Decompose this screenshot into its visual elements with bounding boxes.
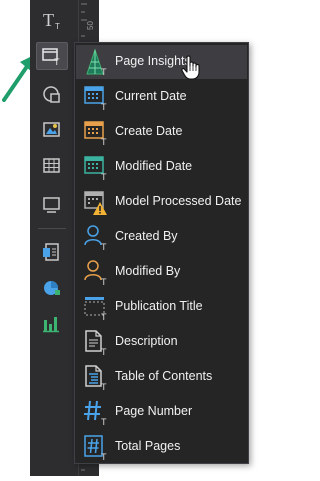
calendar-create-icon: T xyxy=(84,121,107,146)
svg-text:T: T xyxy=(101,242,107,251)
menu-item-modified-date[interactable]: T Modified Date xyxy=(76,150,247,184)
pie-chart-icon xyxy=(44,281,60,295)
report-icon xyxy=(43,243,59,261)
svg-text:50: 50 xyxy=(86,21,95,30)
menu-item-label: Modified By xyxy=(115,264,181,278)
svg-text:T: T xyxy=(101,137,107,146)
svg-text:T: T xyxy=(101,382,107,391)
bar-chart-icon xyxy=(43,317,59,333)
document-icon: T xyxy=(85,330,107,356)
svg-text:T: T xyxy=(101,417,107,426)
menu-item-total-pages[interactable]: T Total Pages xyxy=(76,430,247,464)
menu-item-label: Publication Title xyxy=(115,299,203,313)
frame-tool-button[interactable] xyxy=(36,190,68,218)
hand-cursor-icon xyxy=(181,55,200,80)
menu-item-create-date[interactable]: T Create Date xyxy=(76,115,247,149)
svg-text:T: T xyxy=(101,347,107,356)
bar-chart-tool-button[interactable] xyxy=(36,310,68,338)
table-of-contents-icon: T xyxy=(85,365,107,391)
menu-item-publication-title[interactable]: T Publication Title xyxy=(76,290,247,324)
menu-item-label: Total Pages xyxy=(115,439,181,453)
hash-box-icon: T xyxy=(84,435,107,461)
menu-item-label: Description xyxy=(115,334,178,348)
svg-text:T: T xyxy=(101,67,107,76)
insert-toolbar: T T T xyxy=(30,0,78,476)
table-tool-button[interactable] xyxy=(36,152,68,180)
svg-text:T: T xyxy=(101,452,107,461)
insert-field-icon: T xyxy=(42,48,60,66)
title-icon: T xyxy=(84,297,107,321)
menu-item-description[interactable]: T Description xyxy=(76,325,247,359)
frame-icon xyxy=(43,197,60,213)
menu-item-modified-by[interactable]: T Modified By xyxy=(76,255,247,289)
svg-text:T: T xyxy=(101,312,107,321)
menu-item-page-number[interactable]: T Page Number xyxy=(76,395,247,429)
menu-item-label: Model Processed Date xyxy=(115,194,242,208)
menu-item-page-insights[interactable]: T Page Insights xyxy=(76,45,247,79)
menu-item-label: Modified Date xyxy=(115,159,193,173)
hash-icon: T xyxy=(84,400,107,426)
svg-text:T: T xyxy=(101,277,107,286)
image-icon xyxy=(43,122,60,137)
menu-item-table-of-contents[interactable]: T Table of Contents xyxy=(76,360,247,394)
image-tool-button[interactable] xyxy=(36,116,68,144)
calendar-icon: T xyxy=(84,86,107,111)
svg-text:T: T xyxy=(101,172,107,181)
text-tool-button[interactable]: T T xyxy=(36,6,68,34)
shape-tool-button[interactable] xyxy=(36,80,68,108)
svg-text:T: T xyxy=(55,22,60,31)
menu-item-label: Table of Contents xyxy=(115,369,213,383)
insert-field-menu: T Page Insights T Current Date T Create … xyxy=(74,42,249,464)
svg-text:T: T xyxy=(43,10,54,30)
vertical-ruler: 50 xyxy=(78,0,99,42)
insert-field-button[interactable]: T xyxy=(36,42,68,70)
menu-item-label: Create Date xyxy=(115,124,183,138)
calendar-modified-icon: T xyxy=(84,156,107,181)
svg-text:T: T xyxy=(101,102,107,111)
user-icon: T xyxy=(84,225,107,251)
user-modified-icon: T xyxy=(84,260,107,286)
report-tool-button[interactable] xyxy=(36,238,68,266)
page-insights-icon: T xyxy=(86,48,107,76)
table-icon xyxy=(43,158,60,173)
menu-item-model-processed-date[interactable]: Model Processed Date xyxy=(76,185,247,219)
shape-icon xyxy=(43,86,60,103)
calendar-warning-icon xyxy=(84,191,107,215)
svg-text:T: T xyxy=(54,57,60,66)
toolbar-separator xyxy=(38,228,66,229)
menu-item-label: Page Number xyxy=(115,404,193,418)
menu-item-label: Page Insights xyxy=(115,54,191,68)
menu-item-created-by[interactable]: T Created By xyxy=(76,220,247,254)
menu-item-label: Current Date xyxy=(115,89,187,103)
menu-item-current-date[interactable]: T Current Date xyxy=(76,80,247,114)
pie-chart-tool-button[interactable] xyxy=(36,274,68,302)
text-icon: T T xyxy=(43,10,60,31)
menu-item-label: Created By xyxy=(115,229,178,243)
